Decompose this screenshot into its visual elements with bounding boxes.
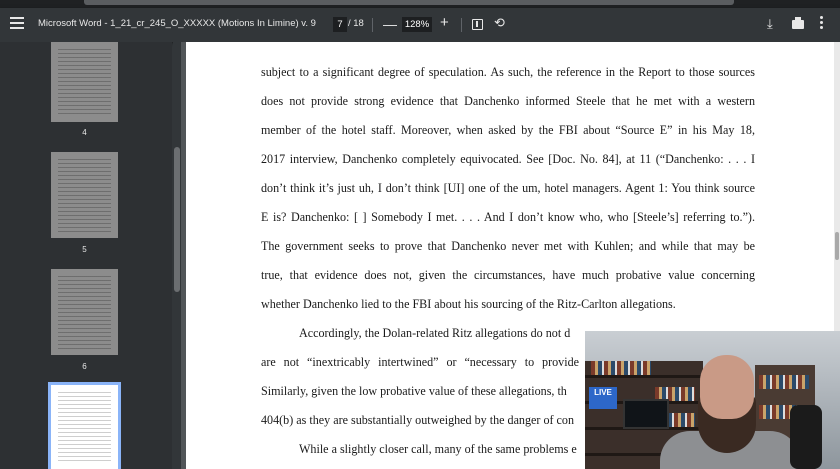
document-line: subject to a significant degree of specu… <box>261 65 755 79</box>
document-line: Similarly, given the low probative value… <box>261 384 567 398</box>
sidebar-scrollbar[interactable] <box>173 42 181 469</box>
document-line: whether Danchenko lied to the FBI about … <box>261 297 676 311</box>
document-line: member of the hotel staff. Moreover, whe… <box>261 123 755 137</box>
document-line: 404(b) as they are substantially outweig… <box>261 413 575 427</box>
toolbar-divider <box>461 18 462 32</box>
webcam-overlay: LIVE <box>585 331 840 469</box>
toolbar-divider <box>372 18 373 32</box>
pdf-toolbar: Microsoft Word - 1_21_cr_245_O_XXXXX (Mo… <box>0 8 840 42</box>
rotate-icon[interactable]: ⟲ <box>494 15 505 31</box>
document-line: E is? Danchenko: [ ] Somebody I met. . .… <box>261 210 755 224</box>
document-title: Microsoft Word - 1_21_cr_245_O_XXXXX (Mo… <box>38 18 316 29</box>
fit-to-page-icon[interactable] <box>472 19 483 30</box>
browser-tab[interactable] <box>84 0 734 5</box>
thumbnail-label: 6 <box>82 362 87 371</box>
page-thumbnail-4[interactable] <box>51 42 118 122</box>
thumbnail-sidebar: 4 5 6 <box>0 42 172 469</box>
page-number-input[interactable]: 7 <box>333 17 347 32</box>
document-line: 2017 interview, Danchenko completely equ… <box>261 152 755 166</box>
thumbnail-label: 4 <box>82 128 87 137</box>
microphone <box>790 405 822 469</box>
zoom-out-icon[interactable]: — <box>383 16 397 32</box>
zoom-in-icon[interactable]: + <box>440 14 449 31</box>
presenter-face <box>700 355 754 419</box>
document-line: While a slightly closer call, many of th… <box>299 442 577 456</box>
menu-icon[interactable] <box>10 17 24 31</box>
print-icon[interactable] <box>792 17 804 29</box>
document-line: don’t think it’s just uh, I don’t think … <box>261 181 755 195</box>
zoom-level-input[interactable]: 128% <box>402 17 432 32</box>
page-thumbnail-7[interactable] <box>48 382 121 469</box>
more-options-icon[interactable] <box>820 16 824 31</box>
document-line: The government seeks to prove that Danch… <box>261 239 755 253</box>
thumbnail-label: 5 <box>82 245 87 254</box>
document-line: are not “inextricably intertwined” or “n… <box>261 355 579 369</box>
page-thumbnail-5[interactable] <box>51 152 118 238</box>
monitor <box>623 399 669 429</box>
page-total: / 18 <box>348 18 364 29</box>
document-line: does not provide strong evidence that Da… <box>261 94 755 108</box>
page-thumbnail-6[interactable] <box>51 269 118 355</box>
download-icon[interactable]: ⤓ <box>767 16 773 32</box>
live-sign: LIVE <box>589 387 617 409</box>
browser-tab-strip <box>0 0 840 8</box>
document-line: Accordingly, the Dolan-related Ritz alle… <box>299 326 571 340</box>
document-line: true, that evidence does not, given the … <box>261 268 755 282</box>
